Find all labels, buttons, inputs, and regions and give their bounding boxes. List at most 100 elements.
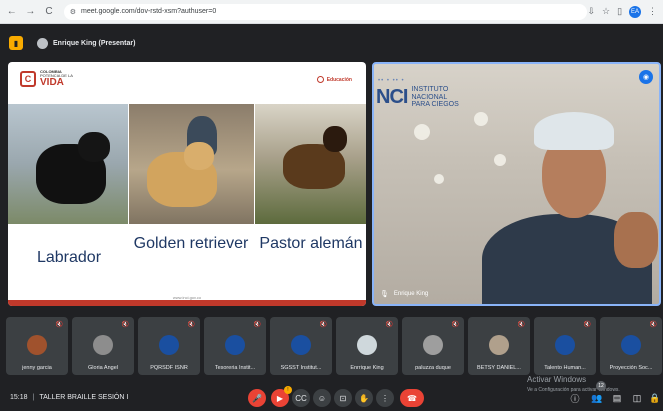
participant-avatar xyxy=(621,335,641,355)
meet-top-bar: ▮ Enrique King (Presentar) xyxy=(0,26,663,60)
info-icon[interactable]: ⓘ xyxy=(568,391,582,405)
download-icon[interactable]: ⇩ xyxy=(587,6,595,17)
sidepanel-icon[interactable]: ▯ xyxy=(617,6,622,17)
german-shepherd-photo xyxy=(255,104,366,224)
caption-golden: Golden retriever xyxy=(133,235,249,252)
labrador-photo xyxy=(8,104,128,224)
camera-button[interactable]: ▶! xyxy=(271,386,292,407)
speaker-hand xyxy=(614,212,658,268)
inci-line3: PARA CIEGOS xyxy=(411,101,459,109)
slide-footer-bar xyxy=(8,300,366,306)
activate-windows-title: Activar Windows xyxy=(527,375,587,384)
logo-line3: VIDA xyxy=(40,77,64,88)
participant-tile[interactable]: 🔇 Tesoreria Instit... xyxy=(204,317,266,375)
bookmark-star-icon[interactable]: ☆ xyxy=(602,6,610,17)
participants-strip: 🔇 jenny garcia 🔇 Gloria Angel 🔇 PQRSDF I… xyxy=(6,317,662,377)
participant-avatar xyxy=(159,335,179,355)
captions-icon: CC xyxy=(295,393,307,403)
inci-short: NCI xyxy=(376,86,408,109)
participant-tile[interactable]: 🔇 Talento Human... xyxy=(534,317,596,375)
browser-toolbar: ← → C ⚙ meet.google.com/dov-rstd-xsm?aut… xyxy=(0,0,663,24)
profile-avatar[interactable]: EA xyxy=(629,5,642,18)
participant-avatar xyxy=(27,335,47,355)
mic-off-icon: 🔇 xyxy=(121,322,129,328)
site-info-icon[interactable]: ⚙ xyxy=(70,8,76,16)
participant-avatar xyxy=(555,335,575,355)
hand-icon: ✋ xyxy=(359,393,369,403)
emoji-button[interactable]: ☺ xyxy=(313,389,331,407)
meet-app-icon[interactable]: ▮ xyxy=(9,36,23,50)
speaker-name-label: 🎙 Enrique King xyxy=(380,290,428,298)
menu-icon[interactable]: ⋮ xyxy=(648,6,657,17)
clock: 15:18 xyxy=(10,394,28,401)
present-button[interactable]: ⊡ xyxy=(334,389,352,407)
participant-tile[interactable]: 🔇 PQRSDF ISNR xyxy=(138,317,200,375)
mic-off-icon: 🔇 xyxy=(385,322,393,328)
education-text: Educación xyxy=(326,76,352,83)
people-icon[interactable]: 👥 xyxy=(590,391,604,405)
participant-name: Enrrique King xyxy=(350,365,384,371)
golden-head xyxy=(184,142,214,170)
participant-avatar xyxy=(93,335,113,355)
participant-avatar xyxy=(357,335,377,355)
participant-name: Tesoreria Instit... xyxy=(214,365,256,371)
speaker-tile[interactable]: •• • •• • NCI INSTITUTO NACIONAL PARA CI… xyxy=(372,62,661,306)
labrador-head xyxy=(78,132,110,162)
host-controls-icon[interactable]: 🔒 xyxy=(648,391,662,405)
inci-line2: NACIONAL xyxy=(411,93,448,101)
captions-button[interactable]: CC xyxy=(292,389,310,407)
mic-off-icon: 🔇 xyxy=(649,322,657,328)
participant-tile[interactable]: 🔇 BETSY DANIEL... xyxy=(468,317,530,375)
caption-labrador: Labrador xyxy=(36,249,102,266)
back-arrow-icon[interactable]: ← xyxy=(5,5,19,19)
leave-call-button[interactable]: ☎ xyxy=(400,389,424,407)
raise-hand-button[interactable]: ✋ xyxy=(355,389,373,407)
presenter-label: Enrique King (Presentar) xyxy=(53,39,136,47)
url-text: meet.google.com/dov-rstd-xsm?authuser=0 xyxy=(81,8,217,15)
participant-name: PQRSDF ISNR xyxy=(150,365,188,371)
participant-tile[interactable]: 🔇 SGSST Institut... xyxy=(270,317,332,375)
participant-tile[interactable]: 🔇 Proyección Soc... xyxy=(600,317,662,375)
microphone-button[interactable]: 🎤 xyxy=(248,389,266,407)
participant-tile[interactable]: 🔇 Enrrique King xyxy=(336,317,398,375)
participant-avatar xyxy=(423,335,443,355)
seal-icon xyxy=(316,76,324,83)
present-icon: ⊡ xyxy=(339,393,347,403)
mic-off-icon: 🎤 xyxy=(252,393,262,403)
presenter-avatar xyxy=(37,37,48,49)
participant-name: paluzza duque xyxy=(415,365,451,371)
colombia-logo: C COLOMBIA POTENCIA DE LA VIDA xyxy=(20,70,73,88)
reload-icon[interactable]: C xyxy=(42,5,56,19)
more-options-button[interactable]: ⋮ xyxy=(376,389,394,407)
ceiling-lamp xyxy=(494,154,506,166)
presentation-slide: C COLOMBIA POTENCIA DE LA VIDA Educación… xyxy=(8,62,366,306)
ceiling-lamp xyxy=(434,174,444,184)
ceiling-lamp xyxy=(414,124,430,140)
mic-off-icon: 🔇 xyxy=(187,322,195,328)
caption-shepherd: Pastor alemán xyxy=(259,235,363,252)
participant-name: Gloria Angel xyxy=(88,365,118,371)
participant-tile[interactable]: 🔇 paluzza duque xyxy=(402,317,464,375)
activities-icon[interactable]: ◫ xyxy=(630,391,644,405)
more-vert-icon: ⋮ xyxy=(381,393,389,403)
camera-off-icon: ▶ xyxy=(276,393,284,403)
participant-tile[interactable]: 🔇 jenny garcia xyxy=(6,317,68,375)
participant-name: SGSST Institut... xyxy=(280,365,322,371)
participant-name: BETSY DANIEL... xyxy=(477,365,521,371)
separator: | xyxy=(32,394,35,401)
address-bar[interactable]: ⚙ meet.google.com/dov-rstd-xsm?authuser=… xyxy=(63,3,588,20)
chat-icon[interactable]: ▤ xyxy=(610,391,624,405)
warning-badge: ! xyxy=(284,386,292,394)
microphone-icon: 🎙 xyxy=(380,291,389,298)
speaking-indicator-icon[interactable]: ◉ xyxy=(639,70,653,84)
education-label: Educación xyxy=(316,76,352,83)
speaker-cap xyxy=(534,112,614,150)
emoji-icon: ☺ xyxy=(317,393,327,403)
participant-name: Proyección Soc... xyxy=(609,365,653,371)
speaker-name: Enrique King xyxy=(393,291,429,297)
forward-arrow-icon[interactable]: → xyxy=(24,5,38,19)
participant-name: Talento Human... xyxy=(544,365,586,371)
mic-off-icon: 🔇 xyxy=(55,322,63,328)
participant-tile[interactable]: 🔇 Gloria Angel xyxy=(72,317,134,375)
mic-off-icon: 🔇 xyxy=(319,322,327,328)
